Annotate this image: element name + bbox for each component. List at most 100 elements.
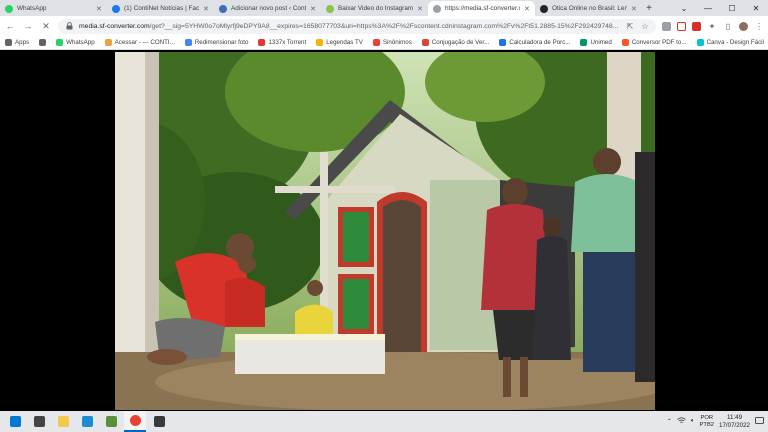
task-view-icon-glyph [33,416,45,427]
notifications-icon[interactable] [755,416,764,427]
tab-close-icon[interactable]: ✕ [524,5,530,13]
close-window-button[interactable]: ✕ [744,0,768,16]
chrome-icon[interactable] [124,411,146,432]
photos-icon[interactable] [148,411,170,432]
url-domain: media.sf-converter.com [79,22,150,30]
red-extension-icon[interactable] [692,21,701,31]
browser-toolbar: ← → ✕ media.sf-converter.com/get?__sig=5… [0,16,768,36]
adblock-extension-icon[interactable] [677,21,686,31]
tab-close-icon[interactable]: ✕ [417,5,423,13]
browser-tab[interactable]: Ótica Online no Brasil: Lent ✕ [535,1,642,16]
bookmark-label: Conversor PDF to... [631,39,687,46]
bookmark-favicon-icon [184,39,192,46]
bookmark-item[interactable]: Unimed [580,39,612,46]
forward-button[interactable]: → [22,20,34,32]
menu-kebab-icon[interactable]: ⋮ [754,21,764,31]
minimize-button[interactable]: — [696,0,720,16]
browser-tab[interactable]: https://media.sf-converter.c ✕ [428,1,535,16]
window-chevron-icon[interactable]: ⌄ [672,0,696,16]
volume-icon[interactable]: 🔈︎ [691,418,695,425]
instagram-photo [115,52,655,410]
bookmark-favicon-icon [104,39,112,46]
bookmark-favicon-icon [499,39,507,46]
tab-label: (1) ContiNet Notícias | Face [124,5,199,12]
task-view-icon[interactable] [28,411,50,432]
chrome-icon-glyph [129,415,141,426]
browser-tab[interactable]: Adicionar novo post ‹ Conti... ✕ [214,1,321,16]
profile-avatar[interactable] [739,21,748,31]
browser-tab[interactable]: (1) ContiNet Notícias | Face ✕ [107,1,214,16]
bookmark-label: Acessar - --- CONTI... [114,39,175,46]
bookmark-item[interactable]: Acessar - --- CONTI... [104,39,175,46]
tab-close-icon[interactable]: ✕ [631,5,637,13]
bookmark-item[interactable]: Apps [5,39,29,46]
bookmark-item[interactable]: Legendas TV [316,39,363,46]
bookmark-label: Calculadora de Porc... [509,39,571,46]
tab-label: Baixar Video do Instagram [338,5,413,12]
file-explorer-icon-glyph [57,416,69,427]
bookmark-label: Redimensionar foto [194,39,249,46]
url-text[interactable]: media.sf-converter.com/get?__sig=5YHW0o7… [79,23,620,30]
address-bar[interactable]: media.sf-converter.com/get?__sig=5YHW0o7… [58,18,656,34]
clock-date: 17/07/2022 [719,421,750,429]
back-button[interactable]: ← [4,20,16,32]
bookmark-item[interactable]: Canva - Design Fácil [696,39,764,46]
bookmark-item[interactable]: Conversor PDF to... [621,39,687,46]
bookmark-star-icon[interactable]: ☆ [640,21,650,31]
system-tray: ⌃ 🔈︎ POR PTB2 11:49 17/07/2022 [667,411,768,432]
tab-label: Adicionar novo post ‹ Conti... [231,5,306,12]
minecraft-icon-glyph [105,416,117,427]
bookmark-label: Legendas TV [326,39,363,46]
tab-close-icon[interactable]: ✕ [203,5,209,13]
input-language[interactable]: POR PTB2 [700,415,715,429]
bookmark-item[interactable]: Calculadora de Porc... [499,39,570,46]
chevron-up-icon[interactable]: ⌃ [667,418,672,425]
windows-start-icon[interactable] [4,411,26,432]
tab-label: WhatsApp [17,5,47,12]
bookmark-label: Canva - Design Fácil [706,39,764,46]
maximize-button[interactable]: ☐ [720,0,744,16]
file-explorer-icon[interactable] [52,411,74,432]
url-path: /get?__sig=5YHW0o7oMlyrfj9eDPY9A8__expir… [149,22,619,30]
tab-label: Ótica Online no Brasil: Lent [552,5,627,12]
window-controls: ⌄ — ☐ ✕ [672,0,768,16]
tab-close-icon[interactable]: ✕ [96,5,102,13]
bookmark-label: WhatsApp [66,39,95,46]
extension-icon[interactable] [662,21,671,31]
tab-favicon-icon [219,4,227,13]
clock-time: 11:49 [727,413,743,421]
tab-close-icon[interactable]: ✕ [310,5,316,13]
minecraft-icon[interactable] [100,411,122,432]
windows-taskbar: ⌃ 🔈︎ POR PTB2 11:49 17/07/2022 [0,411,768,432]
share-icon[interactable]: ⇱ [625,21,635,31]
bookmark-item[interactable]: Sinônimos [372,39,412,46]
bookmark-favicon-icon [580,39,588,46]
tab-strip: WhatsApp ✕ (1) ContiNet Notícias | Face ✕ Ad… [0,0,768,16]
edge-icon-glyph [81,416,93,427]
bookmark-item[interactable]: 1337x Torrent [258,39,306,46]
stop-loading-button[interactable]: ✕ [40,20,52,32]
bookmark-label: Unimed [590,39,612,46]
tab-favicon-icon [326,4,334,13]
bookmark-favicon-icon [696,39,704,46]
tab-favicon-icon [433,4,441,13]
bookmark-item[interactable]: WhatsApp [56,39,95,46]
extensions-puzzle-icon[interactable]: ✦ [707,21,717,31]
bookmark-item[interactable]: Redimensionar foto [184,39,249,46]
bookmark-item[interactable] [39,39,47,46]
network-icon[interactable] [677,417,686,426]
clock[interactable]: 11:49 17/07/2022 [719,414,750,430]
sidebar-icon[interactable]: ▯ [723,21,733,31]
bookmark-favicon-icon [39,39,47,46]
edge-icon[interactable] [76,411,98,432]
browser-tab[interactable]: Baixar Video do Instagram ✕ [321,1,428,16]
bookmark-item[interactable]: Conjugação de Ver... [421,39,489,46]
new-tab-button[interactable]: + [642,1,656,16]
browser-tab[interactable]: WhatsApp ✕ [0,1,107,16]
bookmark-label: 1337x Torrent [268,39,307,46]
lock-icon[interactable] [64,21,74,31]
windows-start-icon-glyph [9,416,21,427]
bookmarks-bar: Apps WhatsApp Acessar - --- CONTI... Redime… [0,36,768,50]
bookmark-favicon-icon [5,39,12,46]
lang-line1: POR [700,414,714,421]
